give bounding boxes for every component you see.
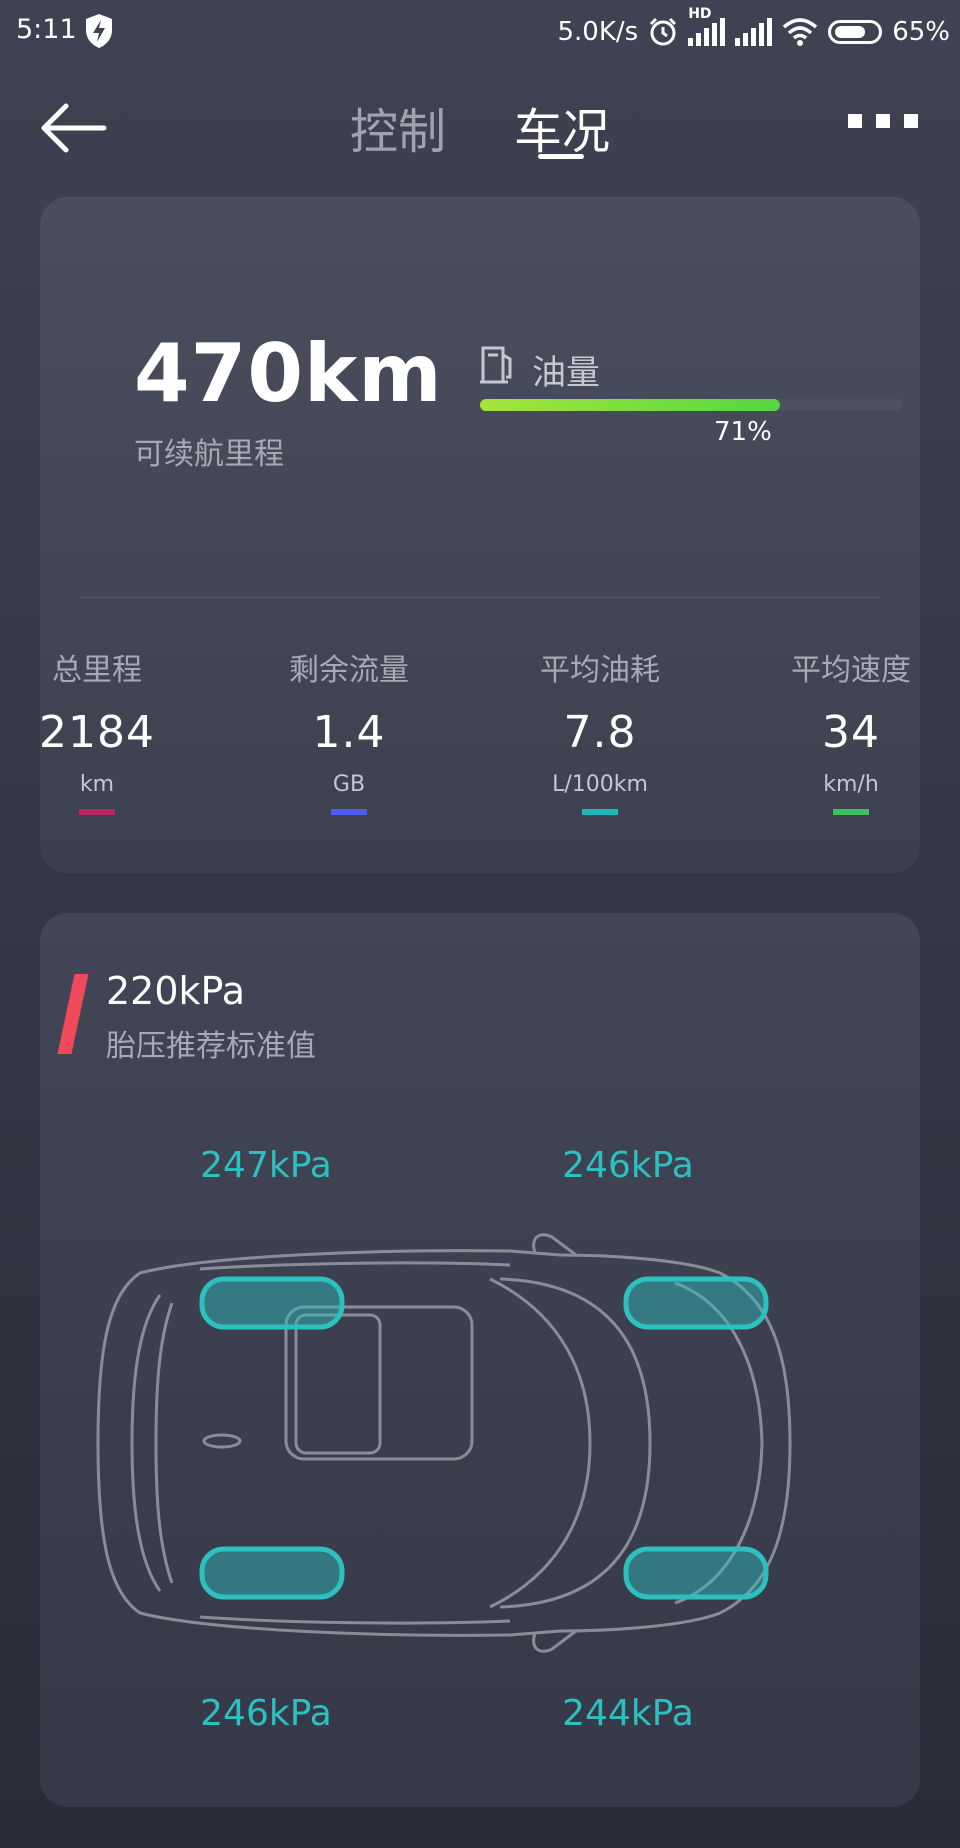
stat-label: 总里程 <box>52 653 142 688</box>
stat-unit: L/100km <box>552 772 648 797</box>
stat-unit: km <box>79 772 115 797</box>
stat-color-bar <box>833 809 869 815</box>
more-menu-icon[interactable] <box>848 114 918 128</box>
stat-value: 34 <box>822 707 880 758</box>
tire-rear-right-shape <box>623 1546 769 1600</box>
tire-rear-right-pressure: 244kPa <box>562 1693 694 1734</box>
stat-value: 1.4 <box>312 707 386 758</box>
stat-unit: GB <box>332 772 366 797</box>
tire-front-left-shape <box>199 1276 345 1330</box>
status-time: 5:11 <box>16 14 77 45</box>
tire-front-left-pressure: 247kPa <box>200 1145 332 1186</box>
card-divider <box>80 597 880 598</box>
fuel-level-fill <box>480 399 780 411</box>
network-speed: 5.0K/s <box>557 17 639 47</box>
status-bar: 5:11 5.0K/s HD 65% <box>0 0 960 64</box>
stat-unit: km/h <box>823 772 879 797</box>
tire-front-right-pressure: 246kPa <box>562 1145 694 1186</box>
stat-avg-fuel-consumption: 平均油耗 7.8 L/100km <box>500 645 700 815</box>
stat-value: 2184 <box>39 707 155 758</box>
tire-front-right-shape <box>623 1276 769 1330</box>
hd-label: HD <box>688 6 712 22</box>
active-tab-indicator <box>538 154 584 159</box>
fuel-percent: 71% <box>714 417 772 447</box>
car-top-view-illustration <box>96 1233 792 1653</box>
tab-control[interactable]: 控制 <box>350 92 446 162</box>
tire-pressure-card: 220kPa 胎压推荐标准值 247kPa 246kPa 246kPa 244k… <box>40 913 920 1807</box>
stat-label: 平均速度 <box>791 653 911 688</box>
fuel-level-bar <box>480 399 902 411</box>
tire-rear-left-shape <box>199 1546 345 1600</box>
standard-pressure-value: 220kPa <box>106 969 246 1013</box>
tab-vehicle-status[interactable]: 车况 <box>514 92 610 162</box>
stat-color-bar <box>331 809 367 815</box>
status-right: 5.0K/s HD 65% <box>557 6 950 52</box>
hd-signal: HD <box>688 6 726 46</box>
stat-color-bar <box>582 809 618 815</box>
alarm-icon <box>650 17 677 46</box>
stat-value: 7.8 <box>563 707 637 758</box>
security-shield-icon <box>86 14 112 48</box>
stat-color-bar <box>79 809 115 815</box>
wifi-icon <box>783 18 818 46</box>
range-value: 470km <box>134 327 443 420</box>
fuel-label: 油量 <box>532 353 600 393</box>
standard-pressure-marker <box>57 974 89 1054</box>
range-label: 可续航里程 <box>134 437 284 472</box>
cell-signal-1-icon <box>688 18 726 46</box>
tire-rear-left-pressure: 246kPa <box>200 1693 332 1734</box>
stat-label: 平均油耗 <box>540 653 660 688</box>
stat-label: 剩余流量 <box>289 653 409 688</box>
top-bar: 控制 车况 <box>0 64 960 174</box>
stat-remaining-data: 剩余流量 1.4 GB <box>249 645 449 815</box>
cell-signal-2-icon <box>735 18 773 46</box>
vehicle-summary-card: 470km 可续航里程 油量 71% 总里程 2184 km 剩余流量 1.4 … <box>39 197 920 873</box>
battery-icon <box>828 20 883 44</box>
stat-total-mileage: 总里程 2184 km <box>0 645 197 815</box>
fuel-pump-icon <box>480 346 512 384</box>
battery-percent: 65% <box>892 17 950 47</box>
standard-pressure-label: 胎压推荐标准值 <box>106 1029 316 1064</box>
stat-avg-speed: 平均速度 34 km/h <box>751 645 951 815</box>
back-arrow-icon[interactable] <box>38 102 108 154</box>
